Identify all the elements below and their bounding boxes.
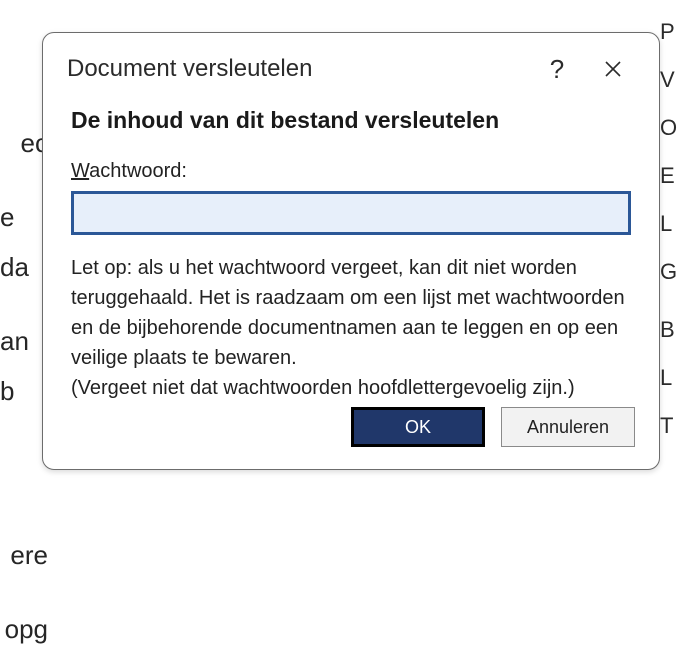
dialog-button-row: OK Annuleren <box>43 407 659 469</box>
ok-button[interactable]: OK <box>351 407 485 447</box>
dialog-heading: De inhoud van dit bestand versleutelen <box>71 107 631 134</box>
encrypt-document-dialog: Document versleutelen ? De inhoud van di… <box>42 32 660 470</box>
dialog-titlebar: Document versleutelen ? <box>43 33 659 93</box>
close-icon <box>604 60 622 78</box>
close-button[interactable] <box>591 51 635 87</box>
help-button[interactable]: ? <box>535 51 579 87</box>
dialog-content: De inhoud van dit bestand versleutelen W… <box>43 93 659 407</box>
password-field-wrap[interactable] <box>71 191 631 235</box>
background-right-text: P V O E L G B L T <box>660 0 682 502</box>
help-icon: ? <box>550 54 564 85</box>
warning-note: Let op: als u het wachtwoord vergeet, ka… <box>71 253 631 403</box>
dialog-title: Document versleutelen <box>67 55 523 83</box>
password-input[interactable] <box>82 194 620 232</box>
background-left-text: ec e da an b ere opg <box>0 0 48 502</box>
cancel-button[interactable]: Annuleren <box>501 407 635 447</box>
password-label: Wachtwoord: <box>71 160 631 183</box>
